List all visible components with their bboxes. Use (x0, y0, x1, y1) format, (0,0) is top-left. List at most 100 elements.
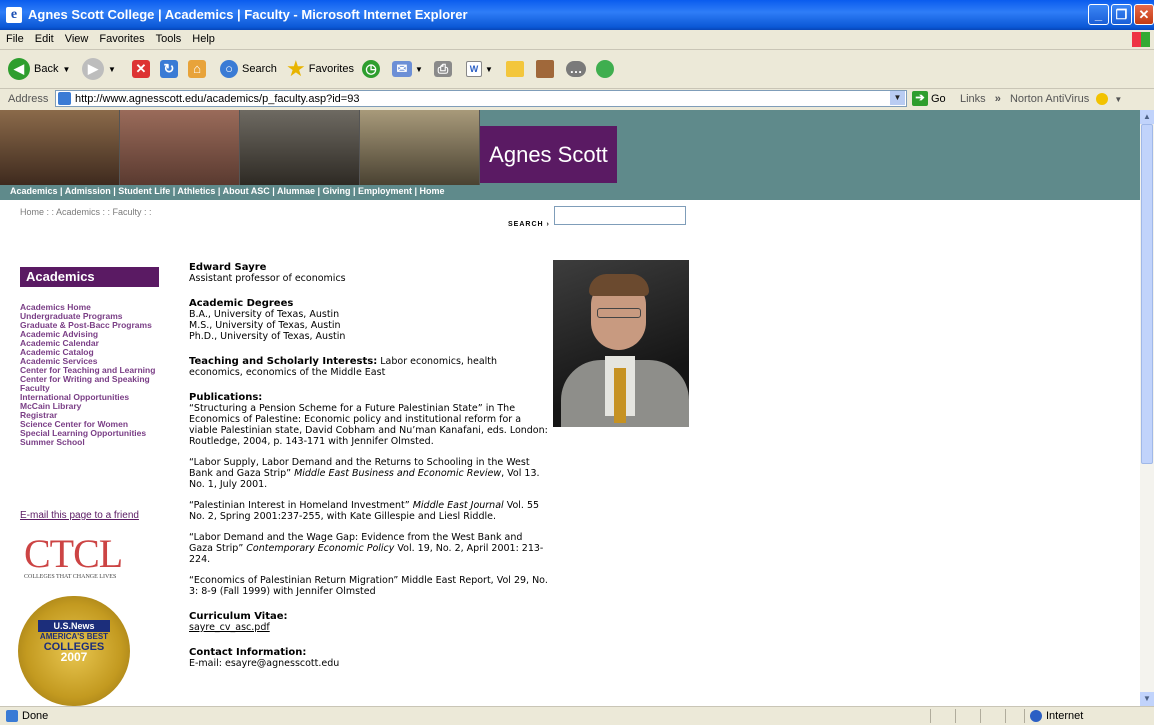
cv-link[interactable]: sayre_cv_asc.pdf (189, 622, 549, 633)
norton-icon[interactable] (1096, 93, 1109, 106)
header-photo (360, 110, 480, 185)
back-arrow-icon: ◀ (8, 58, 30, 80)
publication-item: “Economics of Palestinian Return Migrati… (189, 575, 548, 597)
discuss-button[interactable] (506, 56, 524, 82)
stop-icon: ✕ (132, 60, 150, 78)
links-label[interactable]: Links (960, 93, 986, 105)
minimize-button[interactable]: _ (1088, 4, 1109, 25)
address-input[interactable]: http://www.agnesscott.edu/academics/p_fa… (55, 90, 907, 107)
status-divider (980, 709, 981, 723)
top-navigation[interactable]: Academics | Admission | Student Life | A… (10, 186, 445, 196)
menu-help[interactable]: Help (186, 30, 220, 45)
maximize-button[interactable]: ❐ (1111, 4, 1132, 25)
sidebar-heading: Academics (20, 267, 159, 287)
sidebar-nav: Academics Home Undergraduate Programs Gr… (20, 303, 180, 447)
window-title: Agnes Scott College | Academics | Facult… (28, 7, 468, 22)
windows-logo-icon (1132, 32, 1150, 47)
publication-item: “Labor Demand and the Wage Gap: Evidence… (189, 532, 544, 565)
mail-button[interactable]: ✉ ▼ (392, 56, 423, 82)
breadcrumb[interactable]: Home : : Academics : : Faculty : : (20, 207, 152, 217)
ctcl-logo[interactable]: CTCL COLLEGES THAT CHANGE LIVES (24, 531, 134, 581)
favorites-button[interactable]: ★ Favorites (286, 56, 354, 82)
favorites-star-icon: ★ (286, 56, 306, 81)
address-label: Address (8, 93, 49, 105)
address-dropdown-icon[interactable]: ▼ (890, 91, 905, 105)
research-button[interactable] (536, 56, 554, 82)
ie-icon: e (6, 7, 22, 23)
degree-item: M.S., University of Texas, Austin (189, 320, 341, 331)
ctcl-logo-text: CTCL (24, 531, 123, 576)
menu-bar: File Edit View Favorites Tools Help (0, 30, 1154, 50)
contact-email[interactable]: E-mail: esayre@agnesscott.edu (189, 658, 549, 669)
sidebar-item-summer-school[interactable]: Summer School (20, 438, 180, 447)
status-text: Done (22, 710, 49, 722)
internet-globe-icon (1030, 710, 1042, 722)
standard-toolbar: ◀ Back ▼ ▶ ▼ ✕ ↻ ⌂ ○ Search ★ Favorites … (0, 50, 1154, 89)
norton-label[interactable]: Norton AntiVirus (1010, 93, 1089, 105)
scroll-up-icon[interactable]: ▲ (1140, 110, 1154, 124)
menu-edit[interactable]: Edit (29, 30, 59, 45)
status-done: Done (6, 710, 48, 722)
mail-dropdown-icon[interactable]: ▼ (415, 65, 423, 74)
research-icon (536, 60, 554, 78)
header-photo-strip (0, 110, 480, 185)
print-button[interactable]: ⎙ (434, 56, 452, 82)
messenger-button[interactable] (596, 56, 614, 82)
scrollbar-thumb[interactable] (1141, 124, 1153, 464)
history-icon: ◷ (362, 60, 380, 78)
back-dropdown-icon[interactable]: ▼ (62, 65, 70, 74)
refresh-button[interactable]: ↻ (160, 56, 178, 82)
favorites-label: Favorites (308, 63, 354, 75)
header-photo (0, 110, 120, 185)
close-button[interactable]: ✕ (1134, 4, 1154, 25)
site-search-input[interactable] (554, 206, 686, 225)
menu-view[interactable]: View (59, 30, 94, 45)
forward-dropdown-icon[interactable]: ▼ (108, 65, 116, 74)
stop-button[interactable]: ✕ (132, 56, 150, 82)
search-button[interactable]: ○ Search (220, 56, 277, 82)
degree-item: B.A., University of Texas, Austin (189, 309, 340, 320)
back-button[interactable]: ◀ Back ▼ (8, 56, 70, 82)
interests-heading: Teaching and Scholarly Interests: (189, 356, 378, 367)
title-bar: e Agnes Scott College | Academics | Facu… (0, 0, 1154, 30)
site-header: Agnes Scott Academics | Admission | Stud… (0, 110, 1140, 200)
home-icon: ⌂ (188, 60, 206, 78)
go-button[interactable]: ➔ Go (912, 91, 946, 106)
messenger-icon (596, 60, 614, 78)
norton-dropdown-icon[interactable]: ▼ (1114, 95, 1122, 104)
vertical-scrollbar[interactable]: ▲ ▼ (1140, 110, 1154, 706)
email-page-link[interactable]: E-mail this page to a friend (20, 510, 139, 521)
faculty-profile: Edward Sayre Assistant professor of econ… (189, 262, 549, 669)
messenger-chat-button[interactable]: … (566, 56, 586, 82)
print-icon: ⎙ (434, 61, 452, 77)
header-photo (240, 110, 360, 185)
edit-dropdown-icon[interactable]: ▼ (485, 65, 493, 74)
chevron-right-icon[interactable]: » (995, 93, 1001, 105)
address-url[interactable]: http://www.agnesscott.edu/academics/p_fa… (75, 93, 359, 105)
publication-item: “Palestinian Interest in Homeland Invest… (189, 500, 540, 522)
menu-tools[interactable]: Tools (150, 30, 187, 45)
publication-item: “Structuring a Pension Scheme for a Futu… (189, 403, 548, 447)
portrait-tie (614, 368, 626, 423)
usnews-badge-text: U.S.News AMERICA'S BEST COLLEGES 2007 (38, 620, 110, 663)
search-icon: ○ (220, 60, 238, 78)
refresh-icon: ↻ (160, 60, 178, 78)
web-page: Agnes Scott Academics | Admission | Stud… (0, 110, 1140, 706)
links-bar[interactable]: Links » Norton AntiVirus ▼ (960, 93, 1122, 106)
chat-icon: … (566, 61, 586, 77)
edit-button[interactable]: W ▼ (466, 56, 493, 82)
status-divider (930, 709, 931, 723)
scroll-down-icon[interactable]: ▼ (1140, 692, 1154, 706)
degrees-heading: Academic Degrees (189, 298, 294, 309)
go-label: Go (931, 92, 946, 105)
publication-item: “Labor Supply, Labor Demand and the Retu… (189, 457, 540, 490)
page-icon (58, 92, 71, 105)
mail-icon: ✉ (392, 61, 412, 77)
agnes-scott-logo[interactable]: Agnes Scott (480, 126, 617, 183)
menu-favorites[interactable]: Favorites (93, 30, 149, 45)
usnews-badge[interactable]: U.S.News AMERICA'S BEST COLLEGES 2007 (18, 596, 130, 706)
home-button[interactable]: ⌂ (188, 56, 206, 82)
menu-file[interactable]: File (0, 30, 29, 45)
forward-button[interactable]: ▶ ▼ (82, 56, 116, 82)
history-button[interactable]: ◷ (362, 56, 380, 82)
